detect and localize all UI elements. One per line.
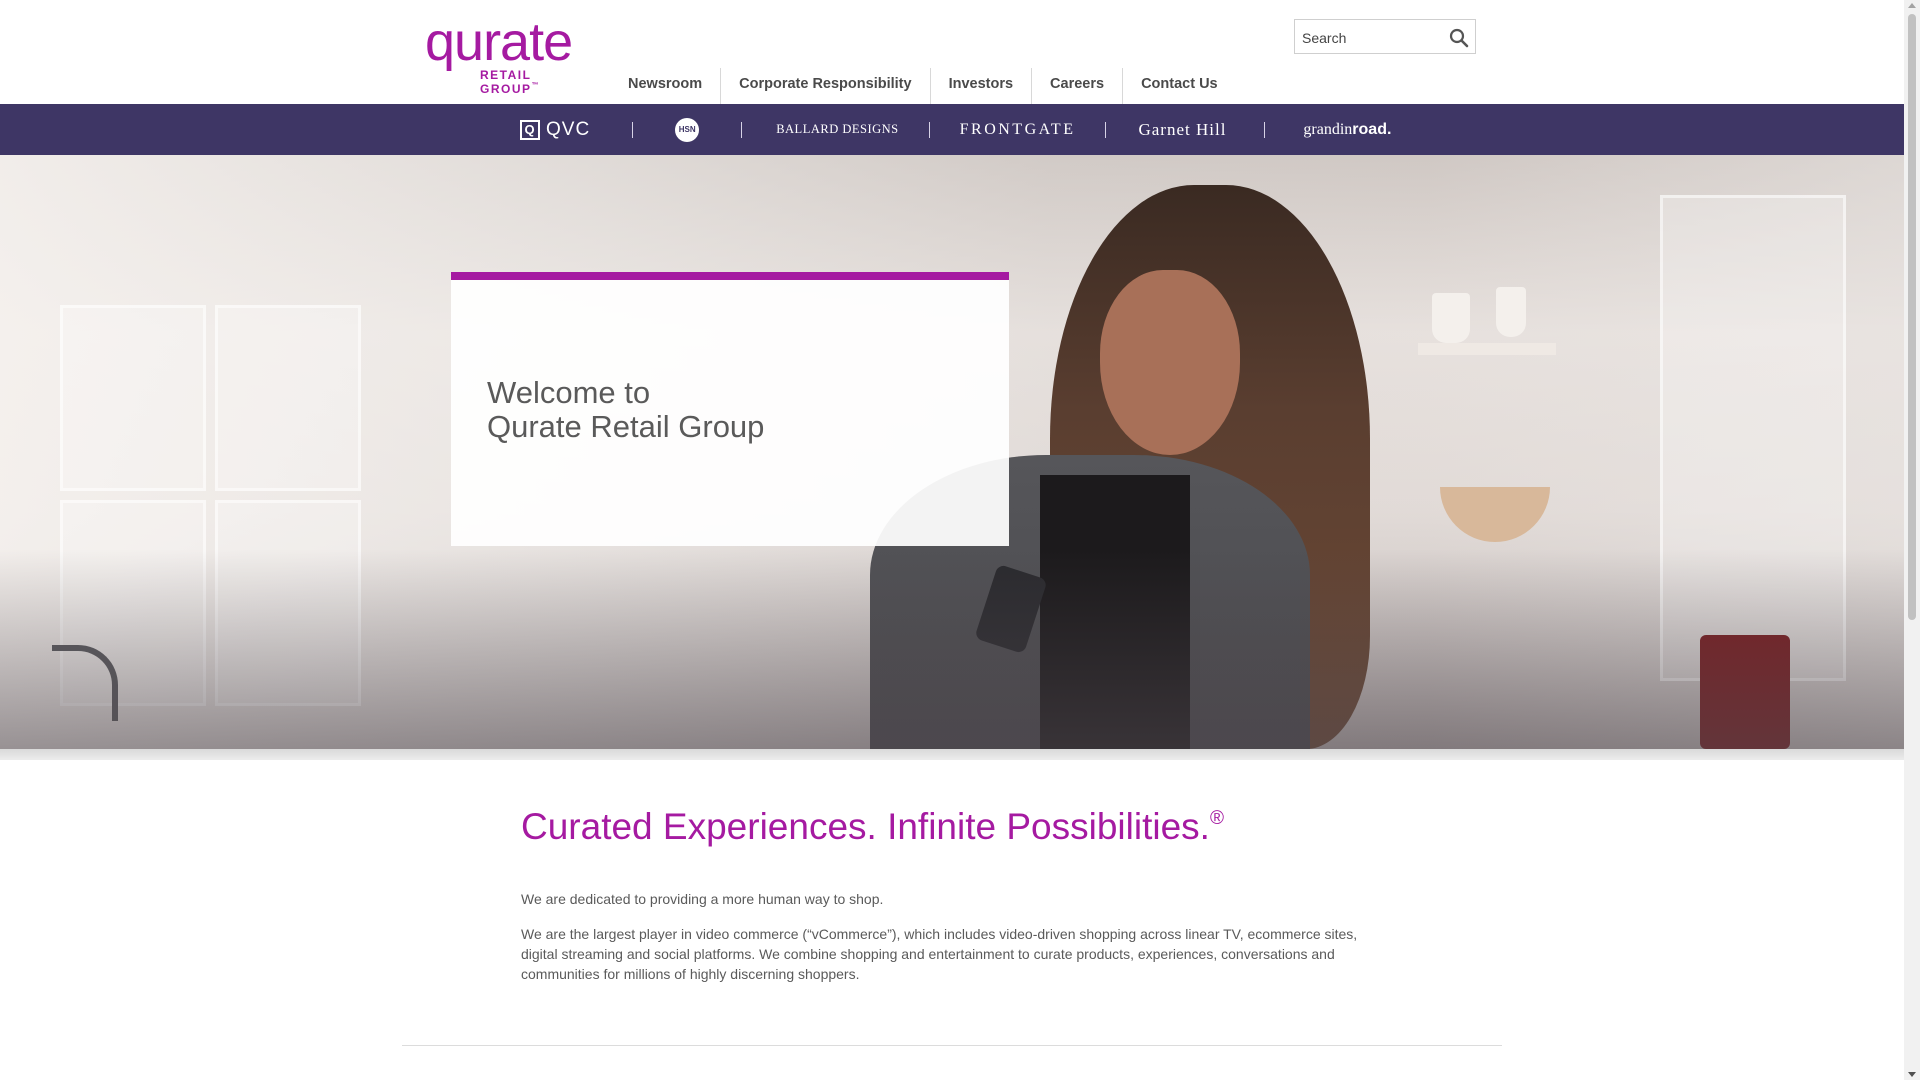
search-input[interactable] — [1300, 21, 1444, 54]
registered-mark: ® — [1209, 808, 1224, 829]
kitchen-shelf — [1418, 343, 1556, 355]
logo-subtitle-text: RETAIL GROUP — [480, 68, 532, 96]
nav-item-careers[interactable]: Careers — [1032, 68, 1124, 104]
brand-hsn[interactable]: HSN — [675, 117, 700, 142]
hero-divider — [0, 749, 1904, 760]
brand-divider — [741, 121, 743, 138]
hero-banner: Welcome to Qurate Retail Group — [0, 155, 1904, 749]
search-box — [1294, 19, 1476, 54]
brand-qvc[interactable]: Q QVC — [520, 119, 590, 141]
brand-grandin-part1: grandin — [1303, 120, 1353, 138]
nav-item-newsroom[interactable]: Newsroom — [610, 68, 722, 104]
logo-trademark: ™ — [531, 82, 541, 89]
brand-grandin-road[interactable]: grandin road. — [1303, 121, 1391, 139]
brand-frontgate[interactable]: FRONTGATE — [960, 121, 1076, 139]
window-pane — [215, 305, 361, 491]
qurate-logo[interactable]: qurate RETAIL GROUP™ — [425, 12, 595, 96]
brand-divider — [1264, 121, 1266, 138]
welcome-line-2: Qurate Retail Group — [487, 409, 765, 444]
brand-bar: Q QVC HSN BALLARD DESIGNS FRONTGATE Garn… — [0, 104, 1904, 155]
qvc-box-letter: Q — [524, 122, 536, 137]
nav-item-corporate-responsibility[interactable]: Corporate Responsibility — [721, 68, 931, 104]
logo-subtitle: RETAIL GROUP™ — [480, 68, 595, 96]
welcome-line-1: Welcome to — [487, 375, 651, 410]
brand-ballard-designs[interactable]: BALLARD DESIGNS — [776, 122, 898, 137]
description-paragraph: We are the largest player in video comme… — [521, 926, 1358, 982]
brand-divider — [1105, 121, 1107, 138]
nav-item-investors[interactable]: Investors — [931, 68, 1033, 104]
tagline-heading: Curated Experiences. Infinite Possibilit… — [521, 806, 1224, 848]
brand-list: Q QVC HSN BALLARD DESIGNS FRONTGATE Garn… — [520, 104, 1391, 155]
intro-paragraph: We are dedicated to providing a more hum… — [521, 891, 884, 907]
main-nav: Newsroom Corporate Responsibility Invest… — [610, 68, 1236, 104]
section-divider — [402, 1045, 1502, 1046]
person-face — [1100, 270, 1240, 455]
site-header: qurate RETAIL GROUP™ Newsroom Corporate … — [0, 0, 1904, 104]
tagline-text: Curated Experiences. Infinite Possibilit… — [521, 806, 1210, 847]
cup-image — [1432, 293, 1470, 343]
brand-garnet-hill[interactable]: Garnet Hill — [1138, 120, 1226, 140]
brand-divider — [632, 121, 634, 138]
qvc-box-icon: Q — [520, 119, 540, 140]
logo-wordmark: qurate — [425, 12, 573, 72]
search-icon[interactable] — [1449, 28, 1469, 48]
hero-shade — [0, 549, 1904, 749]
scroll-thumb[interactable] — [1908, 14, 1916, 620]
scroll-down-icon[interactable] — [1908, 1072, 1916, 1077]
welcome-card: Welcome to Qurate Retail Group — [451, 272, 1009, 546]
brand-qvc-label: QVC — [546, 118, 591, 140]
brand-grandin-part2: road. — [1352, 120, 1392, 138]
nav-item-contact-us[interactable]: Contact Us — [1123, 68, 1236, 104]
window-pane — [60, 305, 206, 491]
page-scrollbar[interactable] — [1904, 0, 1920, 1080]
brand-divider — [928, 121, 930, 138]
scroll-up-icon[interactable] — [1908, 3, 1916, 8]
cup-image — [1496, 287, 1526, 337]
page: qurate RETAIL GROUP™ Newsroom Corporate … — [0, 0, 1904, 1080]
